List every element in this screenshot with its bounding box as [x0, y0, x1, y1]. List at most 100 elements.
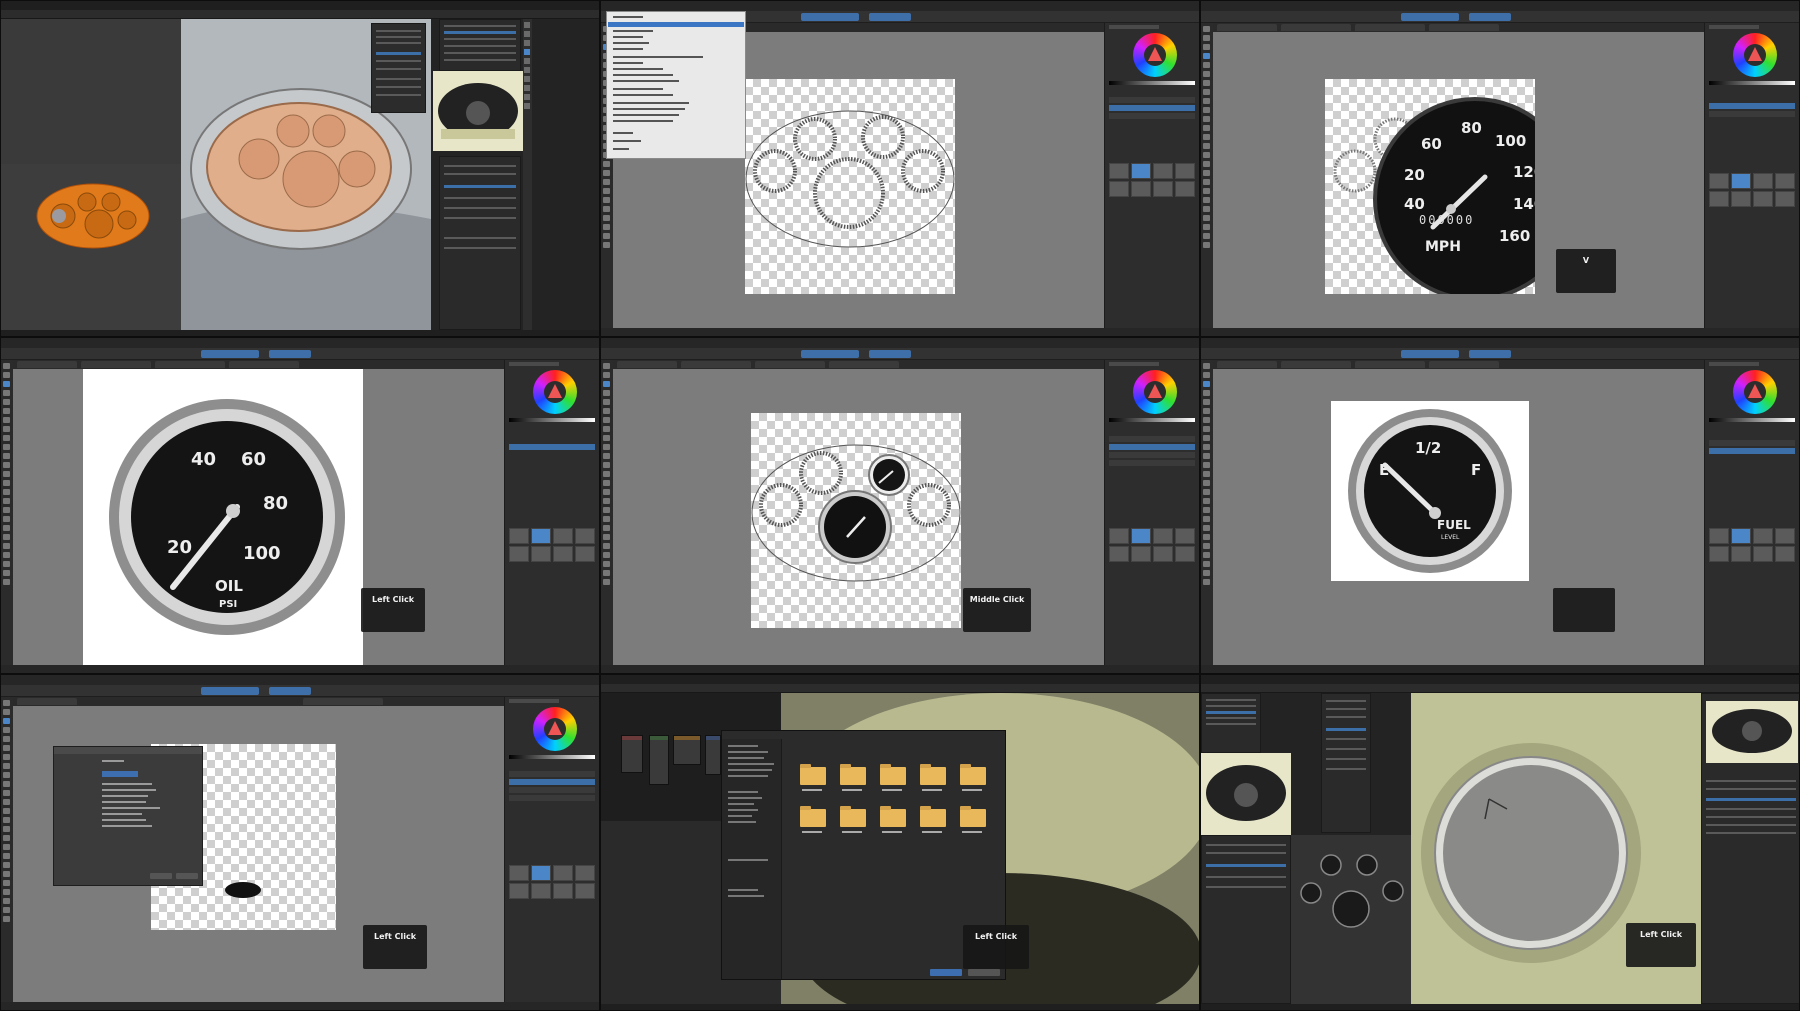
- file-menu-dropdown[interactable]: [606, 11, 746, 159]
- viewport-header: [1, 10, 599, 19]
- keystroke-overlay: Middle Click: [963, 588, 1031, 632]
- folder-icon[interactable]: [960, 764, 986, 785]
- keystroke-overlay: Left Click: [361, 588, 425, 632]
- speedo-tick-120: 120: [1513, 163, 1535, 181]
- canvas[interactable]: 20 40 60 80 100 120 140 160 000000 MPH: [1213, 32, 1704, 328]
- image-editor-gauges[interactable]: [1291, 835, 1411, 1004]
- speedo-tick-20: 20: [1404, 166, 1425, 184]
- folder-icon[interactable]: [840, 806, 866, 827]
- gauge-outline-panel: [745, 79, 955, 294]
- shader-node-panel[interactable]: [1321, 693, 1371, 833]
- file-browser-sidebar[interactable]: [722, 739, 782, 979]
- png-export-dialog[interactable]: [53, 746, 203, 886]
- oil-tick-100: 100: [243, 543, 281, 564]
- right-docker[interactable]: [1704, 23, 1799, 328]
- oil-tick-40: 40: [191, 449, 216, 470]
- cancel-button[interactable]: [176, 873, 198, 879]
- right-docker[interactable]: [504, 360, 599, 665]
- folder-icon[interactable]: [880, 764, 906, 785]
- document-tabs[interactable]: [1213, 360, 1704, 369]
- right-docker[interactable]: [1104, 23, 1199, 328]
- canvas[interactable]: [13, 706, 504, 1002]
- fuel-full: F: [1471, 461, 1481, 479]
- speedo-tick-60: 60: [1421, 135, 1442, 153]
- folder-icon[interactable]: [800, 764, 826, 785]
- ok-button[interactable]: [150, 873, 172, 879]
- document-tabs[interactable]: [1213, 23, 1704, 32]
- keystroke-overlay: Left Click: [363, 925, 427, 969]
- tutorial-mosaic: 20 40 60 80 100 120 140 160 000000 MPH V: [0, 0, 1800, 1011]
- right-docker[interactable]: [1704, 360, 1799, 665]
- gauge-panel-layout: [751, 413, 961, 628]
- blender-status-bar: [1, 330, 599, 336]
- oil-tick-20: 20: [167, 537, 192, 558]
- panel-preview-viewport[interactable]: [1, 164, 181, 330]
- folder-icon[interactable]: [800, 806, 826, 827]
- document-tabs[interactable]: [13, 697, 504, 706]
- frame-blender-gauges: Left Click: [1200, 674, 1800, 1011]
- color-wheel[interactable]: [1133, 33, 1177, 77]
- color-wheel[interactable]: [533, 707, 577, 751]
- oil-label: OIL: [215, 577, 243, 595]
- speedometer-layer: 20 40 60 80 100 120 140 160 000000 MPH: [1325, 79, 1535, 294]
- speedo-tick-80: 80: [1461, 119, 1482, 137]
- fuel-label: FUEL: [1437, 518, 1471, 532]
- oil-tick-80: 80: [263, 493, 288, 514]
- frame-krita-speedometer: 20 40 60 80 100 120 140 160 000000 MPH V: [1200, 0, 1800, 337]
- speedo-tick-140: 140: [1513, 195, 1535, 213]
- cancel-button[interactable]: [968, 969, 1000, 976]
- oil-unit: PSI: [219, 599, 237, 610]
- keystroke-overlay: Left Click: [963, 925, 1029, 969]
- menu-item-highlight[interactable]: [608, 22, 744, 27]
- menubar: [601, 1, 1199, 11]
- right-docker[interactable]: [504, 697, 599, 1002]
- frame-krita-png-export: Left Click: [0, 674, 600, 1011]
- document-tabs[interactable]: [613, 360, 1104, 369]
- reference-car-thumbnail-2: [1706, 701, 1798, 763]
- properties-tabs: [523, 19, 532, 330]
- color-wheel[interactable]: [533, 370, 577, 414]
- color-wheel[interactable]: [1133, 370, 1177, 414]
- keystroke-overlay: [1553, 588, 1615, 632]
- canvas[interactable]: 20 40 60 80 100 OIL PSI: [13, 369, 504, 665]
- frame-krita-panel-gauges: Middle Click: [600, 337, 1200, 674]
- uv-editor-viewport[interactable]: [1, 19, 181, 164]
- frame-krita-oil-gauge: 20 40 60 80 100 OIL PSI Left Click: [0, 337, 600, 674]
- oil-gauge-image: 20 40 60 80 100 OIL PSI: [83, 369, 363, 665]
- frame-blender-model: [0, 0, 600, 337]
- keystroke-overlay: V: [1556, 249, 1616, 293]
- folder-icon[interactable]: [880, 806, 906, 827]
- canvas[interactable]: E 1/2 F FUEL LEVEL: [1213, 369, 1704, 665]
- blender-top-bar: [1, 1, 599, 10]
- right-docker[interactable]: [1104, 360, 1199, 665]
- oil-tick-60: 60: [241, 449, 266, 470]
- compression-slider[interactable]: [102, 771, 138, 777]
- folder-icon[interactable]: [920, 764, 946, 785]
- fuel-sub-label: LEVEL: [1441, 534, 1460, 541]
- outliner[interactable]: [1201, 693, 1261, 753]
- speedo-unit: MPH: [1425, 239, 1461, 255]
- frame-blender-file-browser: Left Click: [600, 674, 1200, 1011]
- reference-car-thumbnail: [1201, 753, 1291, 835]
- folder-icon[interactable]: [960, 806, 986, 827]
- keystroke-overlay: Left Click: [1626, 923, 1696, 967]
- properties-panel[interactable]: [1201, 835, 1291, 1004]
- folder-icon[interactable]: [920, 806, 946, 827]
- fuel-half: 1/2: [1415, 439, 1441, 457]
- frame-krita-fuel-gauge: E 1/2 F FUEL LEVEL: [1200, 337, 1800, 674]
- speedo-tick-160: 160: [1499, 227, 1530, 245]
- speedo-tick-40: 40: [1404, 195, 1425, 213]
- folder-icon[interactable]: [840, 764, 866, 785]
- color-wheel[interactable]: [1733, 33, 1777, 77]
- status-bar: [601, 328, 1199, 336]
- properties-panel[interactable]: [439, 156, 521, 330]
- frame-krita-file-menu: [600, 0, 1200, 337]
- outliner[interactable]: [439, 19, 521, 71]
- color-wheel[interactable]: [1733, 370, 1777, 414]
- reference-car-thumbnail: [433, 71, 523, 151]
- accept-button[interactable]: [930, 969, 962, 976]
- orange-panel-mesh: [36, 183, 150, 249]
- document-tabs[interactable]: [13, 360, 504, 369]
- speedo-tick-100: 100: [1495, 132, 1526, 150]
- n-panel-transform[interactable]: [371, 23, 426, 113]
